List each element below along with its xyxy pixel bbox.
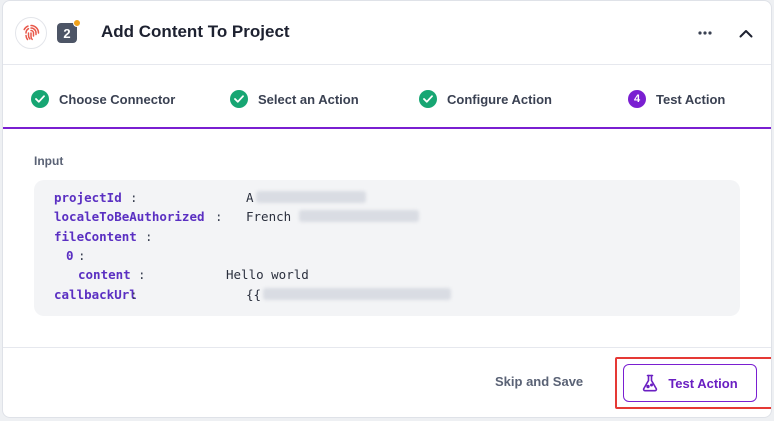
step-choose-connector[interactable]: Choose Connector [31, 89, 175, 109]
separator: : [138, 266, 146, 282]
field-key: localeToBeAuthorized [54, 208, 205, 224]
step-label: Choose Connector [59, 91, 176, 107]
field-value: {{ [246, 286, 452, 302]
field-key: fileContent [54, 228, 137, 244]
chevron-up-icon [739, 29, 753, 37]
collapse-button[interactable] [734, 21, 758, 45]
field-value-text: A [246, 189, 254, 205]
step-progress: Choose Connector Select an Action Config… [3, 65, 771, 129]
card-header: 2 Add Content To Project [3, 1, 771, 65]
input-row-callback-url: callbackUrl : {{ [54, 285, 734, 303]
separator: : [145, 228, 153, 244]
more-horizontal-icon [698, 31, 712, 35]
separator: : [130, 189, 138, 205]
page-title: Add Content To Project [101, 22, 290, 41]
separator: : [130, 286, 138, 302]
field-key: callbackUrl [54, 286, 137, 302]
more-options-button[interactable] [693, 21, 717, 45]
input-data-panel: projectId : A localeToBeAuthorized : Fre… [34, 180, 740, 316]
notification-dot [73, 19, 81, 27]
field-value-text: French [246, 208, 292, 224]
field-key: projectId [54, 189, 122, 205]
field-value: A [246, 190, 366, 205]
input-row-index: 0 : [66, 246, 734, 264]
separator: : [78, 247, 86, 263]
redacted-value [299, 210, 420, 222]
add-content-card: 2 Add Content To Project Choose Connecto… [2, 0, 772, 418]
step-number-badge: 2 [57, 19, 81, 43]
step-label: Test Action [656, 91, 726, 107]
field-value: Hello world [226, 267, 309, 282]
check-icon [419, 90, 437, 108]
input-row-file-content: fileContent : [54, 227, 734, 245]
input-row-locale: localeToBeAuthorized : French [54, 207, 734, 225]
test-action-label: Test Action [668, 375, 738, 391]
flask-icon [643, 374, 658, 392]
step-label: Select an Action [258, 91, 359, 107]
check-icon [31, 90, 49, 108]
card-footer: Skip and Save Test Action [3, 347, 771, 417]
field-value-text: Hello world [226, 266, 309, 282]
redacted-value [255, 191, 366, 203]
step-configure-action[interactable]: Configure Action [419, 89, 552, 109]
field-value: French [246, 208, 420, 224]
step-number-indicator: 4 [628, 90, 646, 108]
step-number-text: 2 [63, 25, 71, 41]
skip-and-save-button[interactable]: Skip and Save [495, 374, 583, 389]
separator: : [215, 208, 223, 224]
step-test-action[interactable]: 4 Test Action [628, 89, 725, 109]
redacted-value [263, 288, 452, 300]
step-label: Configure Action [447, 91, 552, 107]
test-action-button[interactable]: Test Action [623, 364, 757, 402]
fingerprint-icon [15, 17, 47, 49]
field-key: content [78, 266, 131, 282]
input-row-content: content : Hello world [78, 265, 734, 283]
field-value-text: {{ [246, 286, 262, 302]
input-row-project-id: projectId : A [54, 188, 734, 206]
field-key: 0 [66, 247, 74, 263]
input-section-label: Input [34, 154, 64, 168]
step-select-action[interactable]: Select an Action [230, 89, 359, 109]
check-icon [230, 90, 248, 108]
